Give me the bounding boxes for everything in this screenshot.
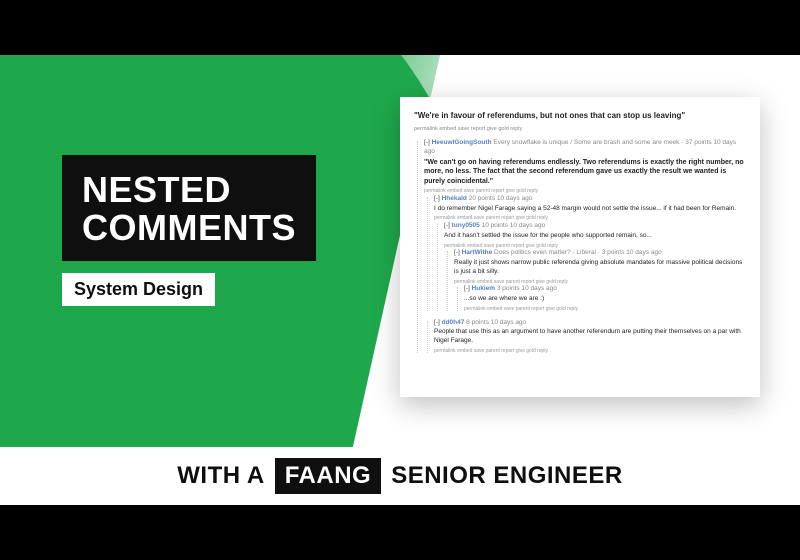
comment: [-] Hukiem 3 points 10 days ago...so we … [454,285,746,312]
subtitle-box: System Design [62,273,215,306]
comment-body: I do remember Nigel Farage saying a 52-4… [434,205,746,214]
title-box: NESTED COMMENTS [62,155,316,261]
comment-actions: permalink embed save parent report give … [424,188,746,195]
comment-actions: permalink embed save parent report give … [434,348,746,355]
screenshot-header-meta: permalink embed save report give gold re… [414,126,746,133]
comment-meta: Does politics even matter? - Liberal · 3… [494,249,662,256]
comment-actions: permalink embed save parent report give … [444,243,746,250]
comment-head: [-] HartWithe Does politics even matter?… [454,249,746,258]
comment-body: "We can't go on having referendums endle… [424,158,746,186]
comment-actions: permalink embed save parent report give … [464,306,746,313]
letterbox-bottom [0,505,800,560]
screenshot-header-quote: "We're in favour of referendums, but not… [414,111,746,122]
comment-body: Really it just shows narrow public refer… [454,259,746,277]
comment: [-] dd0h47 8 points 10 days agoPeople th… [424,319,746,355]
thumbnail-main: NESTED COMMENTS System Design "We're in … [0,55,800,505]
comment-head: [-] tuny0505 10 points 10 days ago [444,222,746,231]
title-line-1: NESTED [82,171,296,209]
comment-meta: 10 points 10 days ago [482,222,546,229]
comment-meta: 3 points 10 days ago [497,285,557,292]
comment-body: ...so we are where we are :) [464,295,746,304]
comment: [-] HeeuwlGoingSouth Every snowflake is … [414,139,746,355]
comment-body: And it hasn't settled the issue for the … [444,232,746,241]
comment-head: [-] dd0h47 8 points 10 days ago [434,319,746,328]
comment-head: [-] Hhekald 20 points 10 days ago [434,195,746,204]
reddit-screenshot: "We're in favour of referendums, but not… [400,97,760,397]
comment-body: People that use this as an argument to h… [434,328,746,346]
comment: [-] tuny0505 10 points 10 days agoAnd it… [434,222,746,313]
comment-user: Hukiem [472,285,495,292]
comment-user: Hhekald [442,195,467,202]
footer-line: WITH A FAANG SENIOR ENGINEER [0,447,800,505]
comment-user: dd0h47 [442,319,465,326]
comment-meta: 8 points 10 days ago [466,319,526,326]
comment-head: [-] Hukiem 3 points 10 days ago [464,285,746,294]
comment: [-] Hhekald 20 points 10 days agoI do re… [424,195,746,313]
comment-meta: 20 points 10 days ago [469,195,533,202]
comment-head: [-] HeeuwlGoingSouth Every snowflake is … [424,139,746,157]
comment-actions: permalink embed save parent report give … [454,279,746,286]
comment-user: HartWithe [462,249,493,256]
comment-actions: permalink embed save parent report give … [434,215,746,222]
title-line-2: COMMENTS [82,209,296,247]
footer-prefix: WITH A [177,462,264,490]
comment-user: tuny0505 [452,222,480,229]
comment: [-] HartWithe Does politics even matter?… [444,249,746,312]
letterbox-top [0,0,800,55]
comment-user: HeeuwlGoingSouth [432,139,492,146]
footer-suffix: SENIOR ENGINEER [391,462,623,490]
comment-thread-root: [-] HeeuwlGoingSouth Every snowflake is … [414,139,746,355]
title-block: NESTED COMMENTS System Design [62,155,316,306]
footer-tag: FAANG [275,458,382,494]
